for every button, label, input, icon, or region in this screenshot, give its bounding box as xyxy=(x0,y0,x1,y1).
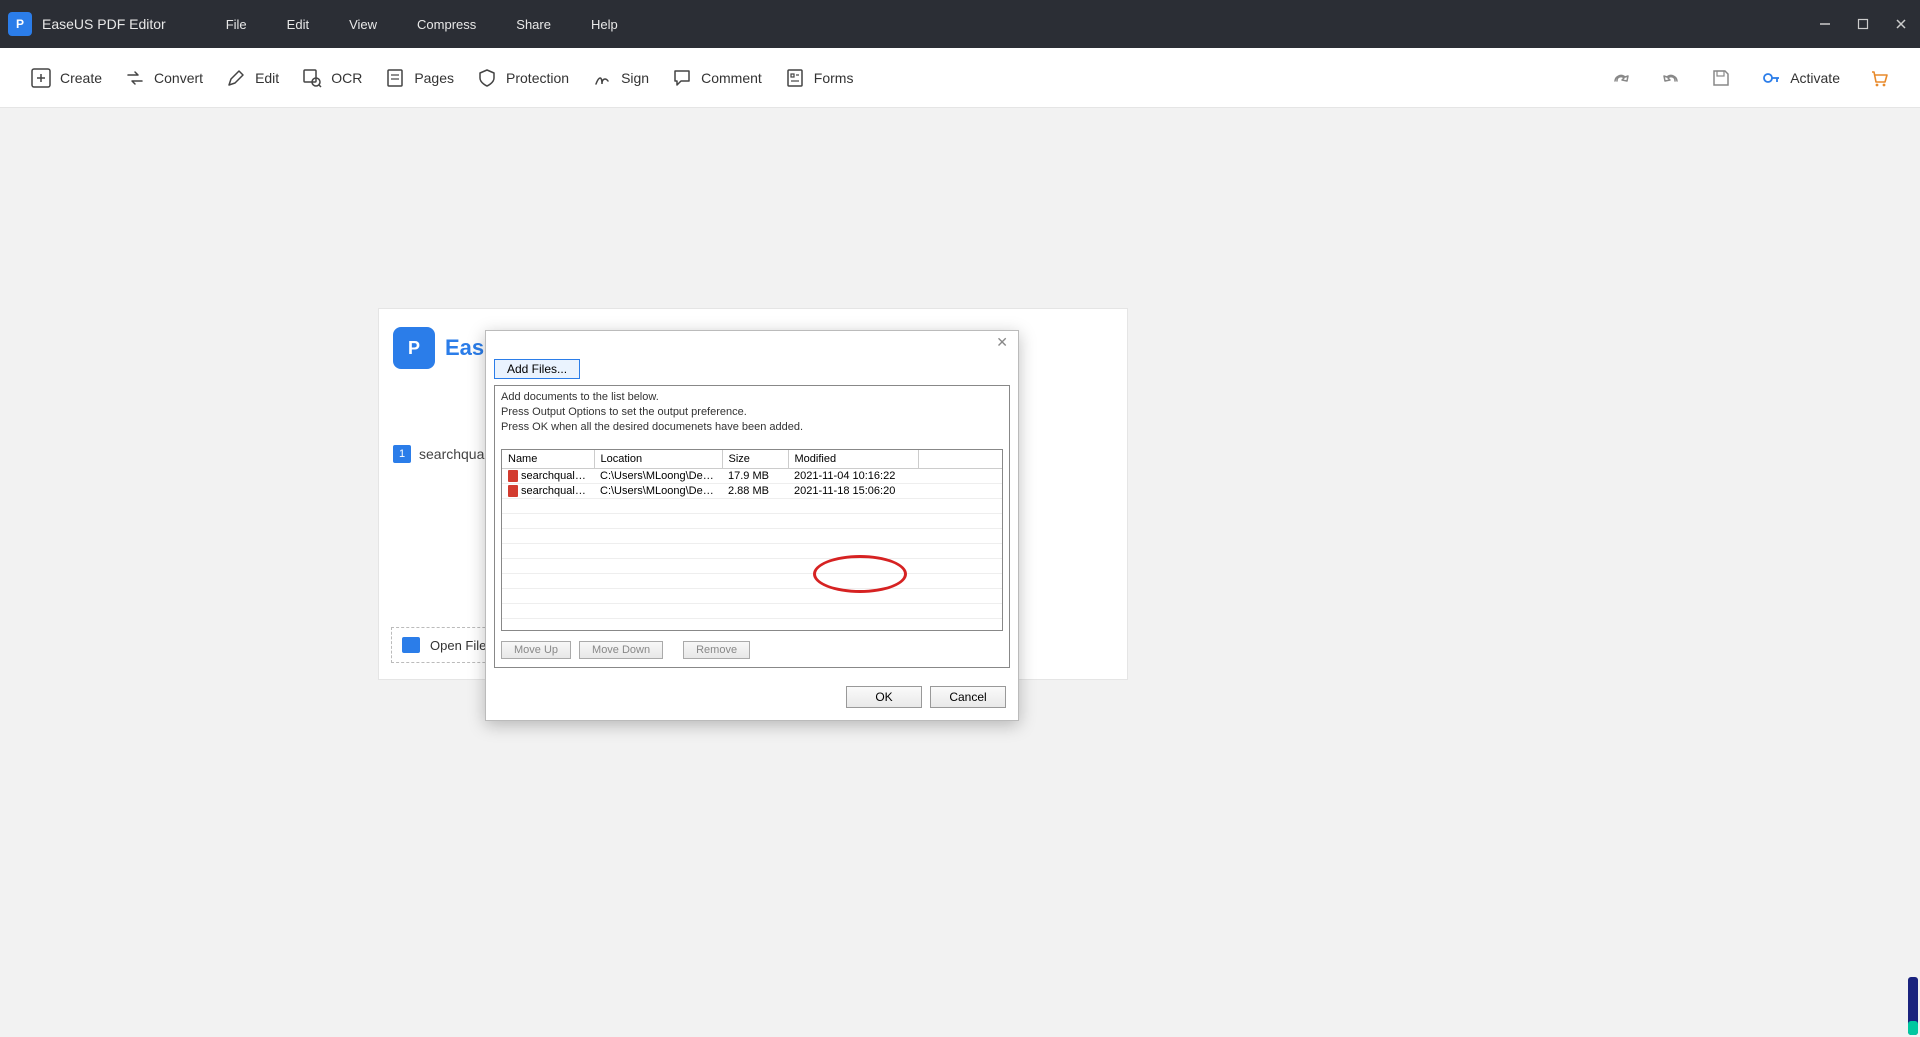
table-row xyxy=(502,528,1002,543)
menu-file[interactable]: File xyxy=(226,17,247,32)
main-area: P EaseU 1 searchquality Open Files... ✕ … xyxy=(0,108,1920,1037)
pages-icon xyxy=(384,67,406,89)
cancel-button[interactable]: Cancel xyxy=(930,686,1006,708)
add-files-button[interactable]: Add Files... xyxy=(494,359,580,379)
table-row xyxy=(502,588,1002,603)
scrollbar-stub[interactable] xyxy=(1908,977,1918,1035)
table-row xyxy=(502,573,1002,588)
cell-name: searchqualitye... xyxy=(521,470,594,482)
dialog-titlebar: ✕ xyxy=(486,331,1018,353)
move-down-button[interactable]: Move Down xyxy=(579,641,663,659)
cell-modified: 2021-11-04 10:16:22 xyxy=(788,468,918,483)
app-title: EaseUS PDF Editor xyxy=(42,16,166,32)
pdf-icon xyxy=(508,485,518,497)
comment-label: Comment xyxy=(701,70,762,86)
cell-name: searchqualitye... xyxy=(521,485,594,497)
menu-help[interactable]: Help xyxy=(591,17,618,32)
cell-location: C:\Users\MLoong\Desktop xyxy=(594,468,722,483)
ocr-button[interactable]: OCR xyxy=(301,67,362,89)
forms-label: Forms xyxy=(814,70,854,86)
table-row xyxy=(502,558,1002,573)
col-spacer xyxy=(918,450,1002,469)
cell-size: 17.9 MB xyxy=(722,468,788,483)
table-row[interactable]: searchqualitye... C:\Users\MLoong\Deskto… xyxy=(502,483,1002,498)
menu-share[interactable]: Share xyxy=(516,17,551,32)
remove-button[interactable]: Remove xyxy=(683,641,750,659)
maximize-icon[interactable] xyxy=(1852,13,1874,35)
main-menu: File Edit View Compress Share Help xyxy=(226,17,618,32)
toolbar: Create Convert Edit OCR Pages Protection… xyxy=(0,48,1920,108)
convert-label: Convert xyxy=(154,70,203,86)
comment-button[interactable]: Comment xyxy=(671,67,762,89)
key-icon xyxy=(1760,67,1782,89)
close-icon[interactable] xyxy=(1890,13,1912,35)
shield-icon xyxy=(476,67,498,89)
pdf-icon xyxy=(508,470,518,482)
col-name[interactable]: Name xyxy=(502,450,594,469)
col-size[interactable]: Size xyxy=(722,450,788,469)
protection-label: Protection xyxy=(506,70,569,86)
pages-button[interactable]: Pages xyxy=(384,67,454,89)
recent-file-badge: 1 xyxy=(393,445,411,463)
file-table[interactable]: Name Location Size Modified searchqualit… xyxy=(501,449,1003,631)
toolbar-right: Activate xyxy=(1610,67,1890,89)
sign-button[interactable]: Sign xyxy=(591,67,649,89)
convert-icon xyxy=(124,67,146,89)
table-row xyxy=(502,603,1002,618)
edit-label: Edit xyxy=(255,70,279,86)
instructions-line3: Press OK when all the desired documenets… xyxy=(501,420,1003,435)
save-icon[interactable] xyxy=(1710,67,1732,89)
sign-icon xyxy=(591,67,613,89)
table-row xyxy=(502,498,1002,513)
cart-icon[interactable] xyxy=(1868,67,1890,89)
col-location[interactable]: Location xyxy=(594,450,722,469)
forms-icon xyxy=(784,67,806,89)
move-up-button[interactable]: Move Up xyxy=(501,641,571,659)
dialog-footer: OK Cancel xyxy=(486,676,1018,720)
menu-edit[interactable]: Edit xyxy=(287,17,309,32)
edit-button[interactable]: Edit xyxy=(225,67,279,89)
forms-button[interactable]: Forms xyxy=(784,67,854,89)
dialog-body: Add Files... Add documents to the list b… xyxy=(486,353,1018,676)
instructions-line1: Add documents to the list below. xyxy=(501,390,1003,405)
table-row xyxy=(502,513,1002,528)
instructions-line2: Press Output Options to set the output p… xyxy=(501,405,1003,420)
redo-icon[interactable] xyxy=(1610,67,1632,89)
dialog-close-icon[interactable]: ✕ xyxy=(992,334,1012,351)
table-header-row: Name Location Size Modified xyxy=(502,450,1002,469)
menu-view[interactable]: View xyxy=(349,17,377,32)
pages-label: Pages xyxy=(414,70,454,86)
table-row xyxy=(502,543,1002,558)
activate-button[interactable]: Activate xyxy=(1760,67,1840,89)
create-button[interactable]: Create xyxy=(30,67,102,89)
convert-button[interactable]: Convert xyxy=(124,67,203,89)
col-modified[interactable]: Modified xyxy=(788,450,918,469)
pencil-icon xyxy=(225,67,247,89)
titlebar: P EaseUS PDF Editor File Edit View Compr… xyxy=(0,0,1920,48)
undo-icon[interactable] xyxy=(1660,67,1682,89)
minimize-icon[interactable] xyxy=(1814,13,1836,35)
cell-size: 2.88 MB xyxy=(722,483,788,498)
menu-compress[interactable]: Compress xyxy=(417,17,476,32)
list-actions: Move Up Move Down Remove xyxy=(501,641,1003,659)
table-row[interactable]: searchqualitye... C:\Users\MLoong\Deskto… xyxy=(502,468,1002,483)
dialog-instructions: Add documents to the list below. Press O… xyxy=(501,390,1003,435)
protection-button[interactable]: Protection xyxy=(476,67,569,89)
sign-label: Sign xyxy=(621,70,649,86)
activate-label: Activate xyxy=(1790,70,1840,86)
window-controls xyxy=(1814,13,1912,35)
app-icon: P xyxy=(8,12,32,36)
ocr-icon xyxy=(301,67,323,89)
ocr-label: OCR xyxy=(331,70,362,86)
cell-location: C:\Users\MLoong\Desktop xyxy=(594,483,722,498)
create-label: Create xyxy=(60,70,102,86)
folder-icon xyxy=(402,637,420,653)
brand-logo-icon: P xyxy=(393,327,435,369)
comment-icon xyxy=(671,67,693,89)
plus-box-icon xyxy=(30,67,52,89)
add-files-dialog: ✕ Add Files... Add documents to the list… xyxy=(485,330,1019,721)
cell-modified: 2021-11-18 15:06:20 xyxy=(788,483,918,498)
dialog-inner: Add documents to the list below. Press O… xyxy=(494,385,1010,668)
ok-button[interactable]: OK xyxy=(846,686,922,708)
